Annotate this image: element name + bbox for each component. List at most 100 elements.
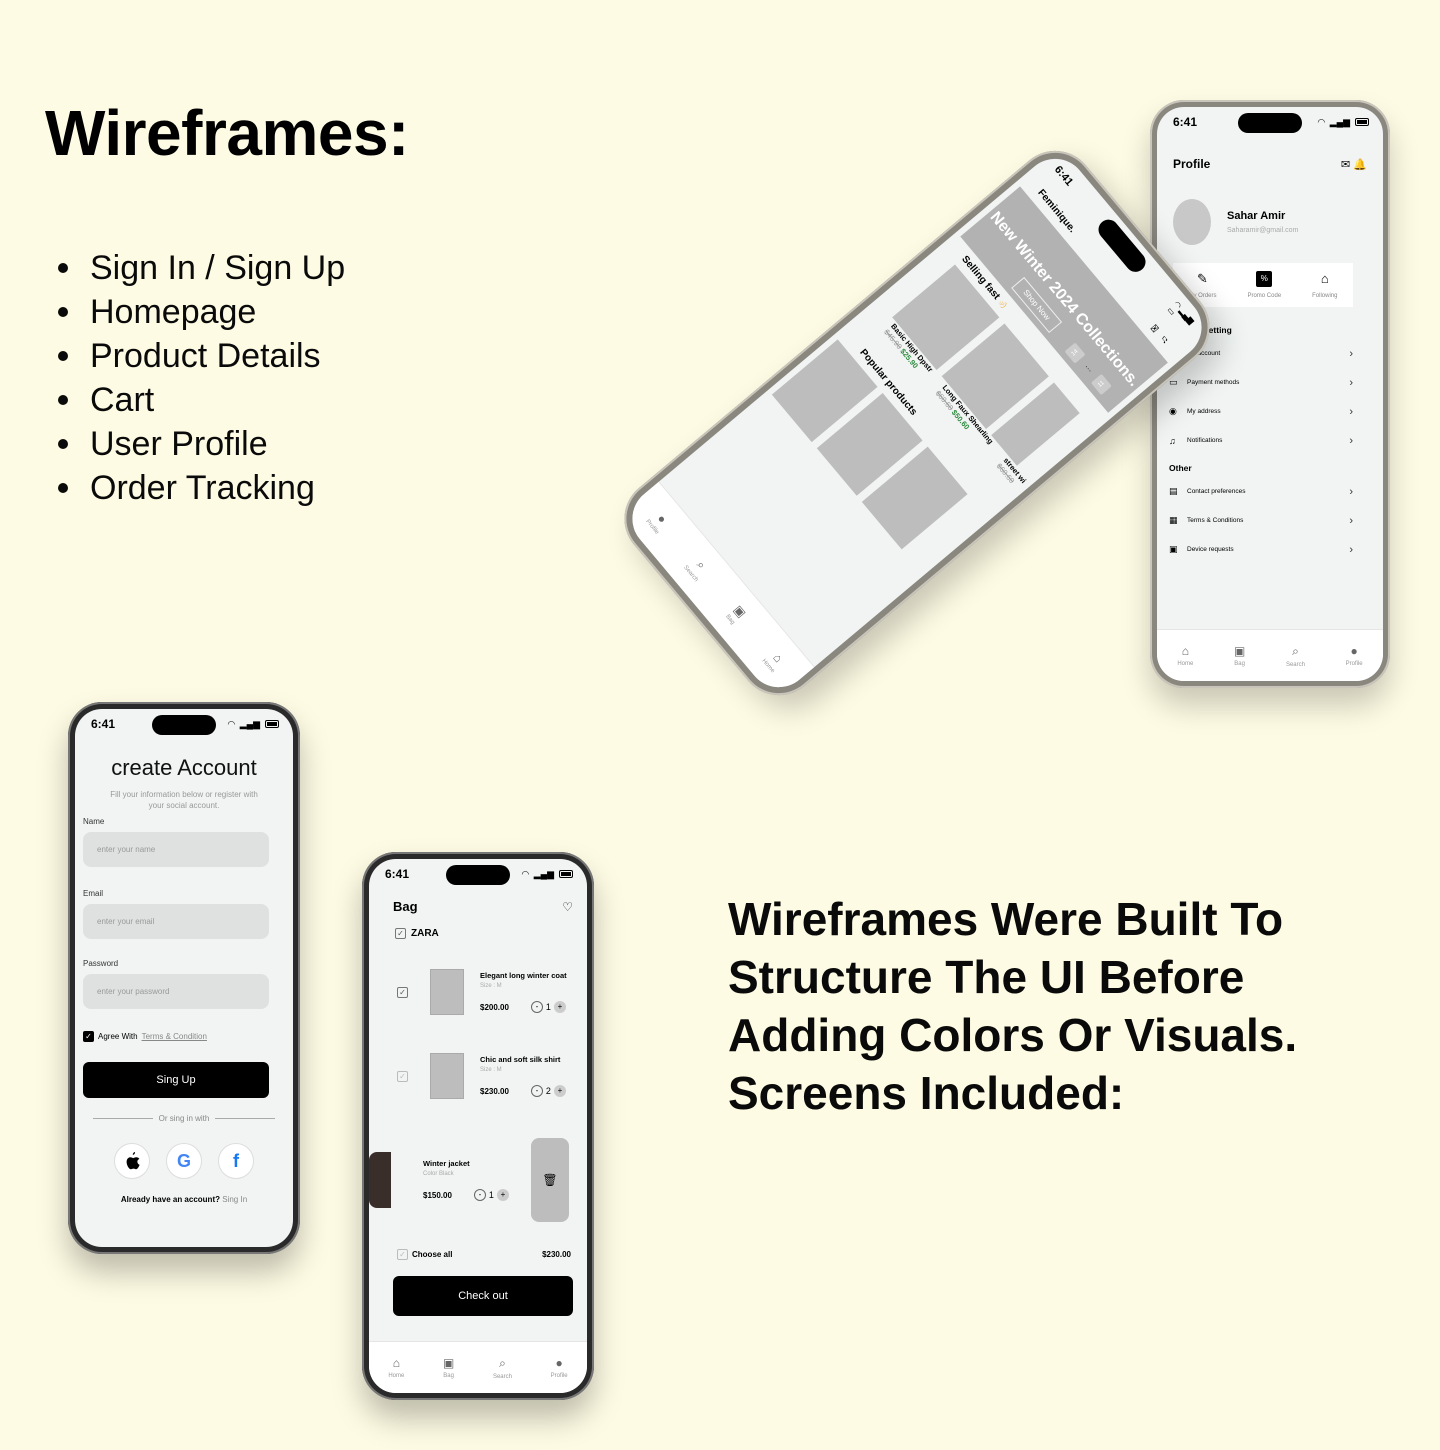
settings-label: Payment methods xyxy=(1187,379,1240,386)
promo-code-button[interactable]: % Promo Code xyxy=(1247,271,1281,299)
fire-icon: ♨ xyxy=(995,296,1011,313)
card-icon: ▭ xyxy=(1169,377,1178,387)
dynamic-island xyxy=(1238,113,1302,133)
plus-button[interactable]: + xyxy=(553,1001,566,1013)
have-account-label: Already have an account? xyxy=(120,1195,220,1204)
bullet-icon xyxy=(58,263,68,273)
tab-bag[interactable]: ▣ Bag xyxy=(443,1356,454,1379)
list-item: Cart xyxy=(56,378,345,422)
agree-checkbox[interactable]: ✓ xyxy=(83,1031,94,1042)
following-button[interactable]: ⌂ Following xyxy=(1312,271,1337,299)
terms-link[interactable]: Terms & Condition xyxy=(142,1032,207,1041)
chevron-right-icon: › xyxy=(1349,543,1353,556)
chevron-right-icon: › xyxy=(1349,485,1353,498)
store-checkbox[interactable]: ✓ xyxy=(395,928,406,939)
mail-icon[interactable]: ✉ xyxy=(1341,159,1350,171)
email-field[interactable]: enter your email xyxy=(83,904,269,939)
bell-icon[interactable]: 🔔 xyxy=(1353,159,1367,171)
bullet-icon xyxy=(58,307,68,317)
list-item: User Profile xyxy=(56,422,345,466)
tab-bag[interactable]: ▣ Bag xyxy=(724,603,749,626)
quantity-value: 2 xyxy=(545,1086,551,1096)
bag-item[interactable]: Winter jacket Color Black $150.00 - 1 + … xyxy=(369,1137,587,1223)
page-indicator[interactable]: 14 xyxy=(1064,342,1086,364)
status-bar: 6:41 ◠ ▂▄▆ xyxy=(1157,107,1383,137)
agree-label: Agree With xyxy=(98,1032,138,1041)
list-item-label: Sign In / Sign Up xyxy=(90,249,346,287)
tab-home[interactable]: ⌂ Home xyxy=(1177,644,1193,667)
list-item-label: Order Tracking xyxy=(90,469,315,507)
tab-search[interactable]: ⌕ Search xyxy=(682,553,713,583)
header-icons: ✉ 🔔 xyxy=(1341,158,1367,171)
promo-icon: % xyxy=(1256,271,1273,287)
action-label: Promo Code xyxy=(1247,293,1282,299)
tab-home[interactable]: ⌂ Home xyxy=(761,647,789,675)
home-phone: ⌂ Home ▣ Bag ⌕ Search ● Profile 6:41 ◠ ▂▄▆ ▭… xyxy=(608,134,1226,712)
choose-all-checkbox[interactable]: ✓ xyxy=(397,1249,408,1260)
signin-link[interactable]: Sing In xyxy=(222,1195,247,1204)
bell-icon[interactable]: ♫ xyxy=(1157,332,1172,347)
name-label: Name xyxy=(83,817,105,826)
signal-icon: ▂▄▆ xyxy=(239,718,260,729)
bullet-icon xyxy=(58,439,68,449)
home-icon: ⌂ xyxy=(392,1356,400,1370)
settings-item-payment[interactable]: ▭ Payment methods › xyxy=(1157,368,1383,397)
tab-bar: ⌂ Home ▣ Bag ⌕ Search ● Profile xyxy=(1157,629,1383,681)
checkout-button[interactable]: Check out xyxy=(393,1276,573,1316)
tab-profile[interactable]: ● Profile xyxy=(1346,644,1363,667)
apple-icon[interactable] xyxy=(114,1143,150,1179)
heart-icon[interactable]: ♡ xyxy=(562,900,573,914)
list-item-label: Product Details xyxy=(90,337,321,375)
product-info: Chic and soft silk shirt Size : M $230.0… xyxy=(480,1055,587,1097)
status-icons: ◠ ▂▄▆ xyxy=(228,719,279,730)
tab-profile[interactable]: ● Profile xyxy=(551,1356,568,1379)
name-field[interactable]: enter your name xyxy=(83,832,269,867)
settings-item-device[interactable]: ▣ Device requests › xyxy=(1157,535,1383,564)
plus-button[interactable]: + xyxy=(553,1085,566,1097)
tab-search[interactable]: ⌕ Search xyxy=(1286,644,1305,668)
page-title: Wireframes: xyxy=(45,97,409,169)
contact-icon: ▤ xyxy=(1169,486,1178,496)
tab-label: Profile xyxy=(1345,661,1363,667)
delete-button[interactable]: 🗑 xyxy=(531,1138,569,1222)
settings-item-address[interactable]: ◉ My address › xyxy=(1157,397,1383,426)
plus-button[interactable]: + xyxy=(496,1189,509,1201)
signup-button[interactable]: Sing Up xyxy=(83,1062,269,1098)
settings-item-notifications[interactable]: ♫ Notifications › xyxy=(1157,426,1383,455)
list-item-label: Cart xyxy=(90,381,155,419)
signal-icon: ▂▄▆ xyxy=(533,868,554,879)
social-buttons: G f xyxy=(75,1143,293,1179)
tab-label: Home xyxy=(1177,661,1194,667)
google-icon[interactable]: G xyxy=(166,1143,202,1179)
minus-button[interactable]: - xyxy=(530,1001,543,1013)
tab-profile[interactable]: ● Profile xyxy=(644,508,673,535)
list-item-label: Homepage xyxy=(90,293,257,331)
minus-button[interactable]: - xyxy=(530,1085,543,1097)
tab-search[interactable]: ⌕ Search xyxy=(493,1356,512,1380)
bag-phone: 6:41 ◠ ▂▄▆ Bag ♡ ✓ ZARA ✓ Elegant long wi… xyxy=(362,852,594,1400)
product-price: $200.00 xyxy=(480,1002,509,1012)
item-checkbox[interactable]: ✓ xyxy=(397,986,408,998)
agree-row: ✓ Agree With Terms & Condition xyxy=(83,1031,293,1042)
document-icon: ▦ xyxy=(1169,515,1178,525)
bag-total: $230.00 xyxy=(542,1250,571,1259)
settings-item-contact[interactable]: ▤ Contact preferences › xyxy=(1157,477,1383,506)
profile-icon: ● xyxy=(654,511,670,526)
item-checkbox[interactable]: ✓ xyxy=(397,1070,408,1082)
home-icon: ⌂ xyxy=(1181,644,1189,658)
tab-bag[interactable]: ▣ Bag xyxy=(1234,644,1245,667)
product-row: $230.00 - 2 + xyxy=(480,1085,587,1097)
settings-item-terms[interactable]: ▦ Terms & Conditions › xyxy=(1157,506,1383,535)
signup-screen: 6:41 ◠ ▂▄▆ create Account Fill your infor… xyxy=(75,709,293,1247)
tab-home[interactable]: ⌂ Home xyxy=(388,1356,404,1379)
bag-title: Bag xyxy=(393,899,418,914)
profile-icon: ● xyxy=(555,1356,563,1370)
facebook-icon[interactable]: f xyxy=(218,1143,254,1179)
product-image xyxy=(430,1053,464,1099)
tab-label: Profile xyxy=(550,1373,568,1379)
page-indicator[interactable]: 11 xyxy=(1090,373,1112,396)
choose-all-row[interactable]: ✓ Choose all xyxy=(397,1249,452,1260)
password-field[interactable]: enter your password xyxy=(83,974,269,1009)
minus-button[interactable]: - xyxy=(473,1189,486,1201)
screen-list: Sign In / Sign Up Homepage Product Detai… xyxy=(56,246,345,510)
